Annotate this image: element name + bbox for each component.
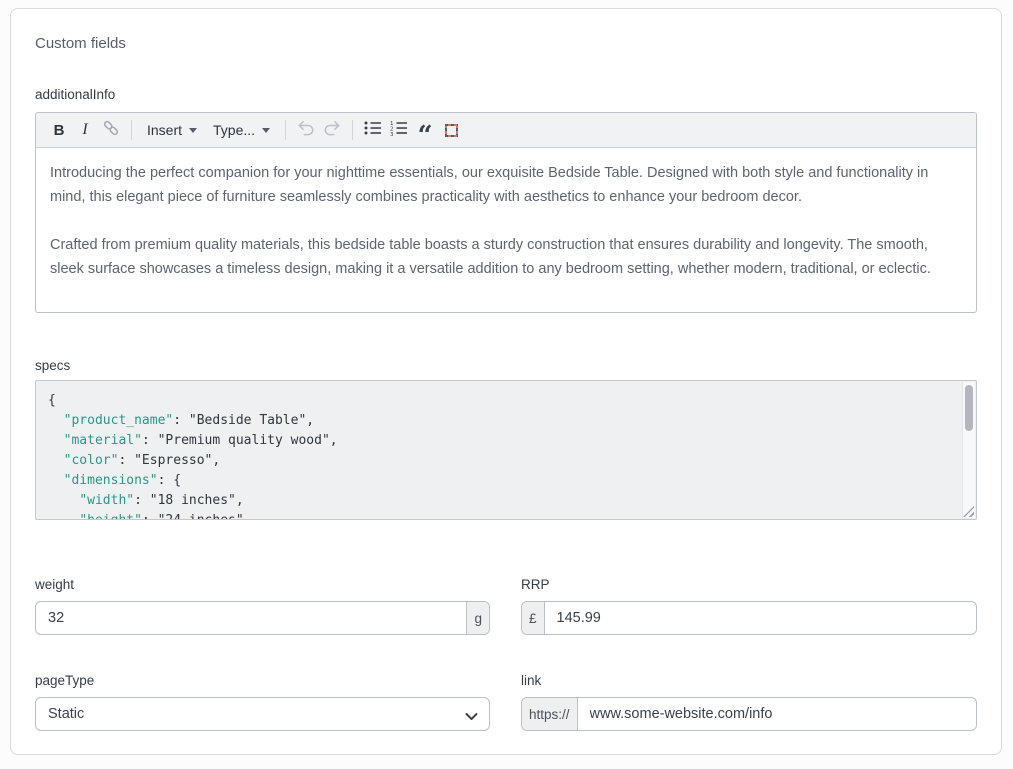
editor-toolbar: B I Insert Type... <box>36 113 976 148</box>
code-key: "height" <box>79 513 142 520</box>
weight-input[interactable] <box>36 602 466 634</box>
type-menu-label: Type... <box>213 122 255 138</box>
link-icon <box>101 118 121 143</box>
weight-field-group: weight g <box>35 577 490 635</box>
code-text: : "Espresso", <box>118 453 220 468</box>
custom-fields-card: Custom fields additionalInfo B I Insert <box>10 8 1002 755</box>
toolbar-divider <box>352 120 353 140</box>
type-menu[interactable]: Type... <box>205 117 278 143</box>
link-label: link <box>521 673 977 689</box>
insert-menu[interactable]: Insert <box>139 117 205 143</box>
code-text <box>48 433 64 448</box>
code-line: "width": "18 inches", <box>48 491 952 511</box>
chevron-down-icon <box>189 128 197 133</box>
code-text <box>48 413 64 428</box>
bold-button[interactable]: B <box>46 117 72 143</box>
visual-blocks-button[interactable] <box>438 117 464 143</box>
toolbar-divider <box>131 120 132 140</box>
code-text <box>48 453 64 468</box>
rrp-field-group: RRP £ <box>521 577 977 635</box>
code-line: "material": "Premium quality wood", <box>48 431 952 451</box>
numbered-list-icon: 1 2 3 <box>390 120 408 141</box>
editor-content[interactable]: Introducing the perfect companion for yo… <box>36 148 976 294</box>
page-type-field-group: pageType Static <box>35 673 490 731</box>
editor-paragraph: Introducing the perfect companion for yo… <box>50 161 962 209</box>
chevron-down-icon <box>262 128 270 133</box>
insert-menu-label: Insert <box>147 122 182 138</box>
link-input-group: https:// <box>521 697 977 731</box>
code-text: { <box>48 393 56 408</box>
editor-paragraph: Crafted from premium quality materials, … <box>50 233 962 281</box>
code-key: "material" <box>64 433 142 448</box>
dashed-box-icon <box>445 124 458 137</box>
code-key: "product_name" <box>64 413 174 428</box>
link-input[interactable] <box>578 698 976 730</box>
currency-addon: £ <box>522 602 545 634</box>
page-type-select[interactable]: Static <box>35 697 490 731</box>
code-text <box>48 493 79 508</box>
specs-scrollbar[interactable] <box>962 382 975 518</box>
rrp-input[interactable] <box>545 602 976 634</box>
blockquote-button[interactable]: “ <box>412 117 438 143</box>
specs-label: specs <box>35 358 977 374</box>
code-text: : "Bedside Table", <box>173 413 314 428</box>
numbered-list-button[interactable]: 1 2 3 <box>386 117 412 143</box>
blockquote-icon: “ <box>418 131 433 141</box>
weight-input-group: g <box>35 601 490 635</box>
code-line: "color": "Espresso", <box>48 451 952 471</box>
code-key: "dimensions" <box>64 473 158 488</box>
specs-code-editor[interactable]: { "product_name": "Bedside Table", "mate… <box>35 380 977 520</box>
code-text: : "18 inches", <box>134 493 244 508</box>
undo-icon <box>296 118 316 143</box>
link-button[interactable] <box>98 117 124 143</box>
code-line: "dimensions": { <box>48 471 952 491</box>
code-text <box>48 513 79 520</box>
page-type-label: pageType <box>35 673 490 689</box>
rich-text-editor: B I Insert Type... <box>35 112 977 313</box>
undo-button[interactable] <box>293 117 319 143</box>
redo-button[interactable] <box>319 117 345 143</box>
protocol-addon: https:// <box>522 698 578 730</box>
code-line: { <box>48 391 952 411</box>
additional-info-label: additionalInfo <box>35 87 977 103</box>
link-field-group: link https:// <box>521 673 977 731</box>
redo-icon <box>322 118 342 143</box>
weight-label: weight <box>35 577 490 593</box>
code-key: "color" <box>64 453 119 468</box>
code-text: : { <box>158 473 181 488</box>
specs-scrollbar-thumb[interactable] <box>965 385 973 431</box>
toolbar-divider <box>285 120 286 140</box>
code-line: "height": "24 inches", <box>48 511 952 520</box>
code-text <box>48 473 64 488</box>
italic-button[interactable]: I <box>72 117 98 143</box>
svg-text:3: 3 <box>390 132 394 136</box>
code-line: "product_name": "Bedside Table", <box>48 411 952 431</box>
card-title: Custom fields <box>35 35 977 53</box>
bullet-list-icon <box>364 120 382 141</box>
rrp-label: RRP <box>521 577 977 593</box>
weight-unit-addon: g <box>466 602 489 634</box>
code-text: : "Premium quality wood", <box>142 433 338 448</box>
code-text: : "24 inches", <box>142 513 252 520</box>
code-key: "width" <box>79 493 134 508</box>
rrp-input-group: £ <box>521 601 977 635</box>
bullet-list-button[interactable] <box>360 117 386 143</box>
